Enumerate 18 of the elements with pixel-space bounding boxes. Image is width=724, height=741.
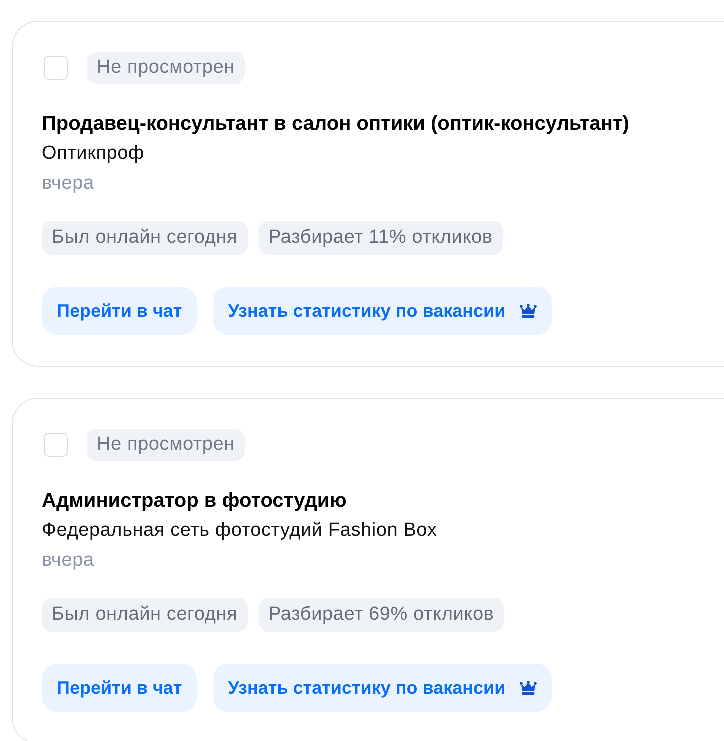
info-tag: Разбирает 69% откликов (258, 598, 504, 632)
info-tag: Был онлайн сегодня (42, 221, 248, 255)
response-date: вчера (42, 172, 94, 196)
company-name: Федеральная сеть фотостудий Fashion Box (42, 519, 438, 543)
info-tag: Был онлайн сегодня (42, 598, 248, 632)
statistics-button[interactable]: Узнать статистику по вакансии (213, 664, 552, 712)
info-tag: Разбирает 11% откликов (258, 221, 503, 255)
vacancy-title[interactable]: Администратор в фотостудию (42, 486, 347, 516)
chat-button[interactable]: Перейти в чат (42, 287, 198, 335)
status-chip: Не просмотрен (87, 52, 245, 84)
response-date: вчера (42, 549, 94, 573)
company-name: Оптикпроф (42, 142, 144, 166)
chat-button[interactable]: Перейти в чат (42, 664, 198, 712)
select-checkbox[interactable] (44, 56, 68, 80)
statistics-button[interactable]: Узнать статистику по вакансии (213, 287, 552, 335)
status-chip: Не просмотрен (87, 429, 245, 461)
vacancy-title[interactable]: Продавец-консультант в салон оптики (оптик-консультант) (42, 109, 630, 139)
select-checkbox[interactable] (44, 433, 68, 457)
